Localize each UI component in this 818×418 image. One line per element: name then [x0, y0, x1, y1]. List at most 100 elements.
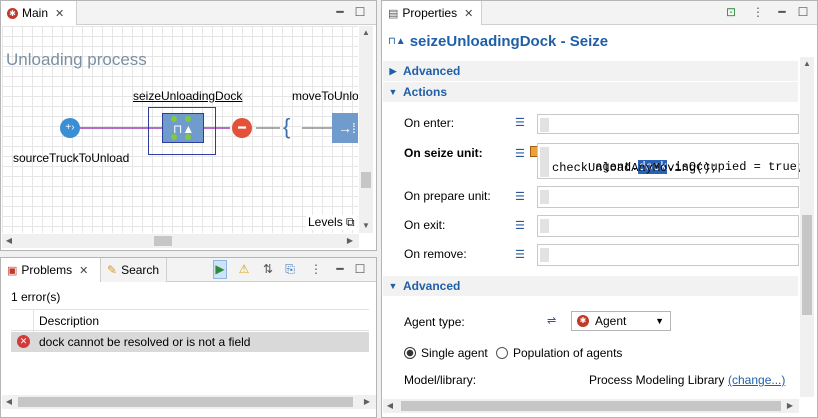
export-icon[interactable]: ⎘: [283, 262, 297, 277]
search-icon: ✎: [107, 263, 118, 277]
properties-tabbar: ▤ Properties ✕ ⊡ ⋮ ━ ☐: [382, 1, 817, 25]
scroll-right-icon[interactable]: ▶: [360, 395, 374, 409]
minimize-icon[interactable]: ━: [333, 262, 347, 276]
scroll-right-icon[interactable]: ▶: [343, 234, 357, 248]
tab-properties-label: Properties: [402, 6, 458, 20]
problems-horizontal-scrollbar[interactable]: ◀ ▶: [2, 395, 376, 409]
agent-icon: ✱: [7, 7, 18, 19]
canvas-vertical-scrollbar[interactable]: ▲ ▼: [359, 26, 373, 233]
agent-type-dropdown[interactable]: ✱ Agent ▼: [571, 311, 671, 331]
maximize-icon[interactable]: ☐: [353, 262, 367, 276]
radio-population[interactable]: Population of agents: [496, 346, 622, 360]
seize-block[interactable]: ⊓▲: [162, 113, 204, 143]
tab-search-label: Search: [121, 263, 160, 277]
agent-type-value: Agent: [595, 314, 627, 328]
source-block[interactable]: +›: [60, 118, 80, 138]
problems-tabbar: ▣ Problems ✕ ✎ Search ▶ ⚠ ⇅ ⎘ ⋮ ━ ☐: [1, 258, 376, 282]
view-menu-icon[interactable]: ⋮: [309, 262, 323, 276]
scrollbar-thumb[interactable]: [154, 236, 172, 246]
stop-block[interactable]: ━: [232, 118, 252, 138]
table-row[interactable]: ✕ dock cannot be resolved or is not a fi…: [11, 332, 369, 352]
model-library-value: Process Modeling Library: [589, 373, 725, 387]
field-gutter: [540, 190, 549, 204]
minimize-icon[interactable]: ━: [333, 5, 347, 19]
on-seize-unit-label: On seize unit:: [404, 146, 483, 160]
scroll-left-icon[interactable]: ◀: [383, 399, 397, 413]
move-block[interactable]: →⁞: [332, 113, 358, 143]
close-icon[interactable]: ✕: [464, 7, 473, 20]
levels-icon: ⧉: [346, 215, 355, 229]
on-enter-field[interactable]: [537, 114, 799, 134]
tab-search[interactable]: ✎ Search: [101, 258, 167, 282]
warning-icon[interactable]: ⚠: [237, 262, 251, 276]
sort-icon[interactable]: ⇅: [261, 262, 275, 276]
seize-icon: ⊓▲: [388, 36, 406, 47]
section-advanced-bottom[interactable]: ▼ Advanced: [383, 276, 798, 296]
agent-type-label: Agent type:: [404, 315, 465, 329]
chevron-down-icon: ▼: [388, 281, 398, 291]
filter-icon[interactable]: ▶: [213, 260, 227, 279]
scrollbar-thumb[interactable]: [802, 215, 812, 315]
radio-population-label: Population of agents: [513, 346, 623, 360]
on-exit-field[interactable]: [537, 215, 799, 237]
code-editor-icon[interactable]: ☰: [515, 190, 525, 203]
radio-unselected-icon: [496, 347, 508, 359]
code-editor-icon[interactable]: ☰: [515, 219, 525, 232]
scroll-up-icon[interactable]: ▲: [359, 26, 373, 40]
problem-description: dock cannot be resolved or is not a fiel…: [39, 335, 251, 349]
diagram-canvas[interactable]: Unloading process +› sourceTruckToUnload…: [2, 26, 358, 233]
on-remove-field[interactable]: [537, 244, 799, 266]
on-prepare-unit-field[interactable]: [537, 186, 799, 208]
tab-properties[interactable]: ▤ Properties ✕: [382, 1, 482, 25]
code-editor-icon[interactable]: ☰: [515, 147, 525, 160]
view-menu-icon[interactable]: ⋮: [751, 5, 765, 19]
handle-1: [171, 116, 177, 122]
scroll-left-icon[interactable]: ◀: [2, 234, 16, 248]
column-description[interactable]: Description: [39, 314, 99, 328]
on-seize-unit-field[interactable]: agent.dock.isOccupied = true; checkUnloa…: [537, 143, 804, 179]
scrollbar-thumb[interactable]: [18, 397, 353, 407]
pin-icon[interactable]: ⊡: [724, 5, 738, 19]
move-bracket-icon: {: [283, 114, 291, 139]
field-gutter: [540, 248, 549, 262]
handle-3: [171, 134, 177, 140]
maximize-icon[interactable]: ☐: [353, 5, 367, 19]
radio-single-agent[interactable]: Single agent: [404, 346, 488, 360]
code-editor-icon[interactable]: ☰: [515, 248, 525, 261]
scrollbar-thumb[interactable]: [401, 401, 781, 411]
minimize-icon[interactable]: ━: [775, 5, 789, 19]
section-advanced-bottom-label: Advanced: [403, 279, 461, 293]
canvas-horizontal-scrollbar[interactable]: ◀ ▶: [2, 234, 359, 248]
on-enter-label: On enter:: [404, 116, 455, 130]
scroll-left-icon[interactable]: ◀: [2, 395, 16, 409]
properties-vertical-scrollbar[interactable]: ▲: [800, 57, 814, 397]
close-icon[interactable]: ✕: [79, 264, 88, 277]
section-actions[interactable]: ▼ Actions: [383, 82, 798, 102]
close-icon[interactable]: ✕: [55, 7, 64, 20]
main-view-tabbar: ✱ Main ✕ ━ ☐: [1, 1, 376, 25]
scroll-down-icon[interactable]: ▼: [359, 219, 373, 233]
change-library-link[interactable]: (change...): [728, 373, 785, 387]
problems-summary: 1 error(s): [11, 290, 61, 304]
scroll-up-icon[interactable]: ▲: [800, 57, 814, 71]
resource-icon: ⊓▲: [173, 122, 195, 136]
element-header: ⊓▲ seizeUnloadingDock - Seize: [388, 33, 608, 50]
code-editor-icon[interactable]: ☰: [515, 116, 525, 129]
tab-problems[interactable]: ▣ Problems ✕: [1, 258, 101, 282]
agent-icon: ✱: [577, 315, 589, 327]
agent-type-edit-icon[interactable]: ⇌: [547, 314, 556, 327]
radio-selected-icon: [404, 347, 416, 359]
maximize-icon[interactable]: ☐: [796, 5, 810, 19]
on-remove-label: On remove:: [404, 247, 467, 261]
tab-main[interactable]: ✱ Main ✕: [1, 1, 77, 25]
scroll-right-icon[interactable]: ▶: [783, 399, 797, 413]
error-icon: ✕: [17, 335, 30, 348]
problems-icon: ▣: [7, 264, 18, 277]
levels-button[interactable]: Levels ⧉: [306, 215, 357, 230]
on-exit-label: On exit:: [404, 218, 446, 232]
section-advanced-top[interactable]: ▶ Advanced: [383, 61, 798, 81]
scrollbar-thumb[interactable]: [361, 172, 371, 188]
properties-horizontal-scrollbar[interactable]: ◀ ▶: [383, 399, 799, 413]
element-title: seizeUnloadingDock - Seize: [409, 33, 609, 50]
problems-view: ▣ Problems ✕ ✎ Search ▶ ⚠ ⇅ ⎘ ⋮ ━ ☐ 1 er…: [0, 257, 377, 418]
